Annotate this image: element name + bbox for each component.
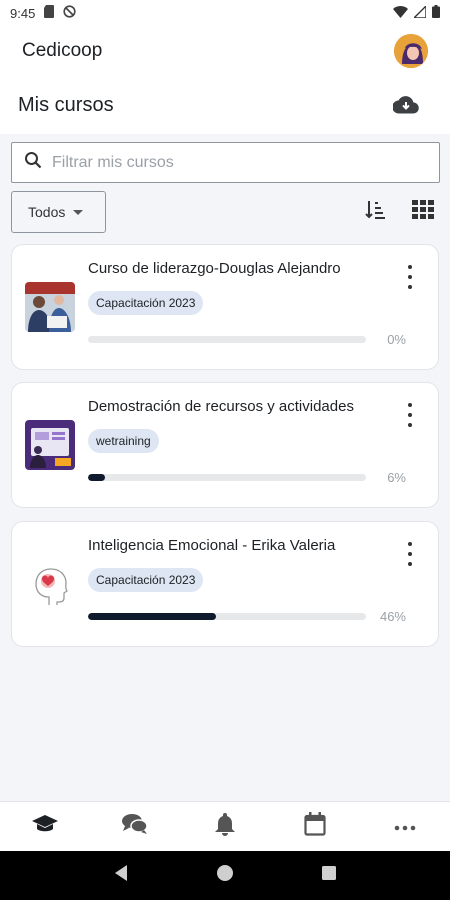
progress-fill — [88, 613, 216, 620]
nav-messages[interactable] — [115, 807, 155, 847]
filter-selected-label: Todos — [28, 204, 66, 220]
wifi-icon — [393, 5, 408, 21]
sd-card-icon — [43, 5, 55, 21]
nav-notifications[interactable] — [205, 807, 245, 847]
progress-label: 0% — [387, 332, 406, 347]
home-icon[interactable] — [216, 864, 234, 887]
course-card[interactable]: Inteligencia Emocional - Erika Valeria C… — [11, 521, 439, 647]
avatar[interactable] — [394, 34, 428, 68]
search-icon — [24, 151, 42, 174]
course-card[interactable]: Curso de liderazgo-Douglas Alejandro Cap… — [11, 244, 439, 370]
battery-icon — [432, 5, 440, 21]
recents-icon[interactable] — [321, 865, 337, 886]
status-time: 9:45 — [10, 5, 36, 21]
course-title[interactable]: Demostración de recursos y actividades — [88, 398, 354, 415]
calendar-icon — [304, 812, 326, 841]
nav-calendar[interactable] — [295, 807, 335, 847]
progress-label: 46% — [379, 609, 406, 624]
bell-icon — [214, 812, 236, 841]
course-card[interactable]: Demostración de recursos y actividades w… — [11, 382, 439, 508]
more-vert-icon[interactable] — [406, 403, 414, 427]
search-box[interactable] — [11, 142, 440, 183]
course-category-badge: Capacitación 2023 — [88, 291, 204, 315]
sort-icon[interactable] — [364, 199, 386, 226]
course-thumbnail — [25, 420, 75, 470]
no-disturb-icon — [63, 5, 76, 21]
progress-bar — [88, 336, 366, 343]
progress-fill — [88, 474, 105, 481]
more-vert-icon[interactable] — [406, 265, 414, 289]
page-title: Mis cursos — [18, 93, 114, 116]
system-navigation-bar — [0, 851, 450, 900]
more-vert-icon[interactable] — [406, 542, 414, 566]
course-title[interactable]: Curso de liderazgo-Douglas Alejandro — [88, 260, 341, 277]
more-icon — [394, 818, 416, 836]
course-filter-select[interactable]: Todos — [11, 191, 106, 233]
back-icon[interactable] — [113, 864, 129, 887]
page-header: Mis cursos — [0, 76, 450, 134]
nav-my-courses[interactable] — [25, 807, 65, 847]
search-input[interactable] — [52, 153, 412, 172]
course-category-badge: Capacitación 2023 — [88, 568, 204, 592]
chat-icon — [122, 813, 148, 840]
progress-label: 6% — [387, 470, 406, 485]
app-bar: Cedicoop — [0, 26, 450, 76]
course-list-area: Todos — [0, 134, 450, 801]
bottom-navigation — [0, 801, 450, 851]
course-category-badge: wetraining — [88, 429, 159, 453]
cloud-download-icon[interactable] — [392, 91, 420, 119]
status-bar: 9:45 — [0, 0, 450, 26]
course-title[interactable]: Inteligencia Emocional - Erika Valeria — [88, 537, 335, 554]
signal-icon — [412, 3, 427, 21]
mortarboard-icon — [32, 815, 58, 838]
grid-view-icon[interactable] — [412, 199, 434, 225]
progress-bar — [88, 613, 366, 620]
app-title: Cedicoop — [22, 40, 103, 61]
filter-row: Todos — [11, 191, 440, 233]
course-thumbnail — [25, 559, 75, 609]
progress-bar — [88, 474, 366, 481]
course-thumbnail — [25, 282, 75, 332]
chevron-down-icon — [73, 209, 84, 215]
nav-more[interactable] — [385, 807, 425, 847]
